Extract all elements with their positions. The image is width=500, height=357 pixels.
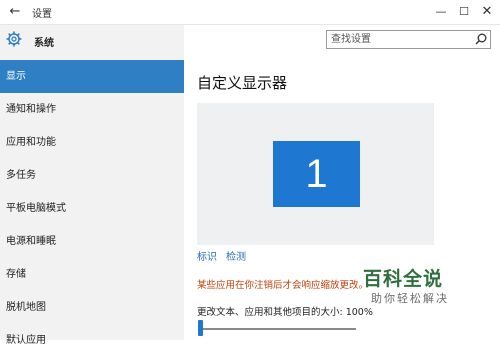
sidebar-header-label: 系统	[34, 38, 54, 49]
close-button[interactable]: ✕	[478, 3, 496, 21]
monitor-number: 1	[305, 152, 328, 196]
sidebar: 系统 显示 通知和操作 应用和功能 多任务 平板电脑模式 电源和睡眠 存储 脱机…	[0, 25, 184, 346]
sidebar-item-apps-features[interactable]: 应用和功能	[0, 126, 184, 159]
monitor-tile[interactable]: 1	[273, 141, 360, 207]
scale-slider-thumb[interactable]	[198, 320, 203, 336]
identify-link[interactable]: 标识	[197, 248, 217, 263]
scale-label: 更改文本、应用和其他项目的大小: 100%	[197, 307, 373, 318]
back-arrow-icon[interactable]: ←	[6, 3, 24, 21]
watermark: 百科全说 助你轻松解决	[355, 262, 495, 317]
sidebar-item-display[interactable]: 显示	[0, 60, 184, 93]
scale-slider-track[interactable]	[201, 328, 356, 330]
sidebar-nav: 显示 通知和操作 应用和功能 多任务 平板电脑模式 电源和睡眠 存储 脱机地图 …	[0, 60, 184, 357]
title-bar: ← 设置 — ☐ ✕	[0, 0, 500, 25]
watermark-logo: 百科全说	[363, 268, 444, 290]
gear-icon	[6, 31, 22, 47]
sidebar-item-offline-maps[interactable]: 脱机地图	[0, 291, 184, 324]
watermark-subtitle: 助你轻松解决	[371, 292, 449, 305]
search-icon[interactable]	[474, 32, 488, 46]
sidebar-item-power-sleep[interactable]: 电源和睡眠	[0, 225, 184, 258]
maximize-button[interactable]: ☐	[455, 3, 473, 21]
sidebar-item-storage[interactable]: 存储	[0, 258, 184, 291]
scaling-warning: 某些应用在你注销后才会响应缩放更改。	[197, 280, 369, 291]
window-title: 设置	[32, 9, 52, 20]
sidebar-item-notifications[interactable]: 通知和操作	[0, 93, 184, 126]
sidebar-item-default-apps[interactable]: 默认应用	[0, 324, 184, 357]
sidebar-header: 系统	[0, 25, 184, 55]
page-title: 自定义显示器	[197, 74, 288, 92]
minimize-button[interactable]: —	[432, 3, 450, 21]
search-input[interactable]	[331, 33, 471, 46]
detect-link[interactable]: 检测	[226, 248, 246, 263]
sidebar-item-multitasking[interactable]: 多任务	[0, 159, 184, 192]
sidebar-item-tablet-mode[interactable]: 平板电脑模式	[0, 192, 184, 225]
search-box[interactable]	[326, 30, 491, 49]
